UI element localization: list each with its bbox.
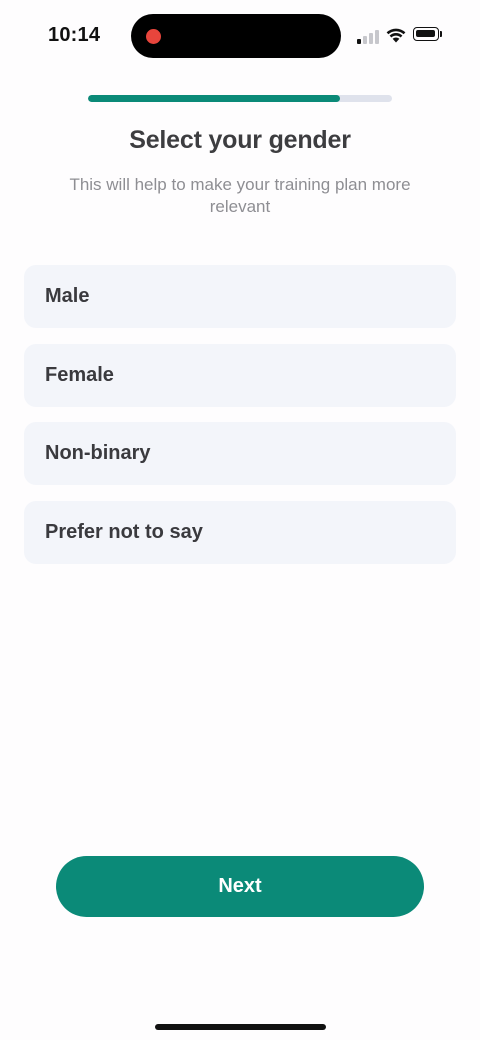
option-prefer-not-to-say[interactable]: Prefer not to say xyxy=(24,500,456,564)
cellular-signal-icon xyxy=(357,28,379,44)
progress-fill xyxy=(88,95,341,102)
gender-options-list: Male Female Non-binary Prefer not to say xyxy=(24,265,456,579)
battery-icon xyxy=(413,27,444,43)
recording-dot-icon xyxy=(146,29,161,44)
home-indicator xyxy=(155,1024,326,1030)
status-bar: 10:14 xyxy=(0,0,480,72)
wifi-icon xyxy=(386,28,406,43)
status-time: 10:14 xyxy=(48,24,101,46)
page-subtitle: This will help to make your training pla… xyxy=(69,175,411,216)
option-female[interactable]: Female xyxy=(24,343,456,407)
progress-bar xyxy=(88,95,392,102)
option-non-binary[interactable]: Non-binary xyxy=(24,422,456,485)
next-button[interactable]: Next xyxy=(56,856,424,917)
page-title: Select your gender xyxy=(129,126,351,154)
dynamic-island xyxy=(131,14,341,58)
option-male[interactable]: Male xyxy=(24,265,456,328)
